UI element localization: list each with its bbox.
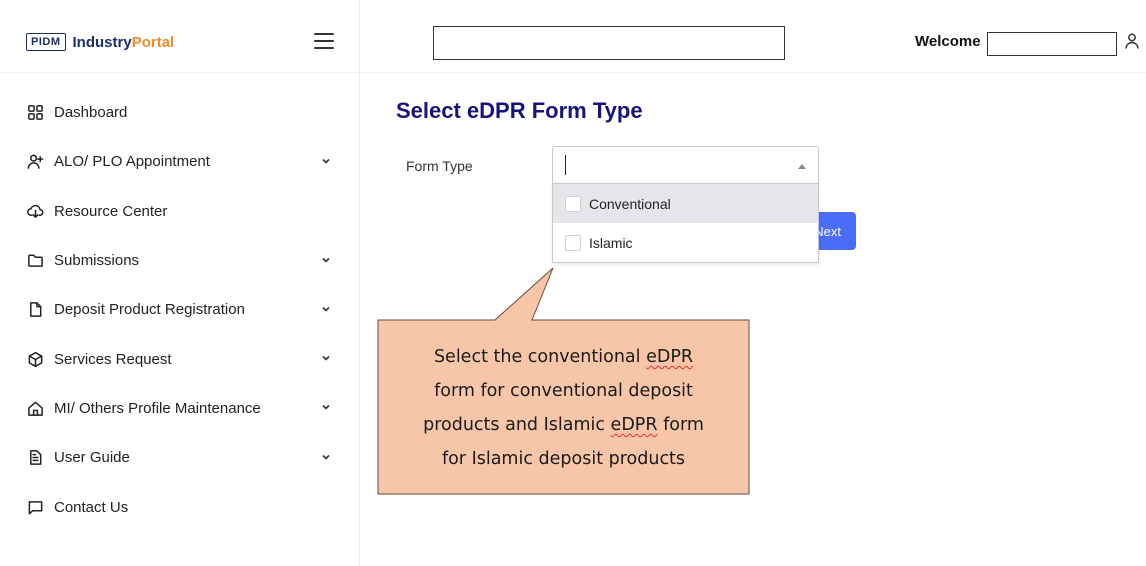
- sidebar-item-user-guide[interactable]: User Guide: [0, 433, 360, 482]
- chevron-down-icon[interactable]: [320, 154, 332, 166]
- sidebar-item-mi-others-profile-maintenance[interactable]: MI/ Others Profile Maintenance: [0, 384, 360, 433]
- chevron-down-icon[interactable]: [320, 302, 332, 314]
- cube-icon: [26, 350, 44, 368]
- brand-name: IndustryPortal: [73, 34, 175, 51]
- sidebar-divider: [0, 72, 359, 73]
- form-type-select[interactable]: [552, 146, 819, 184]
- sidebar-item-alo-plo-appointment[interactable]: ALO/ PLO Appointment: [0, 137, 360, 186]
- callout-line-4: for Islamic deposit products: [441, 449, 686, 469]
- brand-logo[interactable]: PIDM IndustryPortal: [26, 30, 174, 54]
- sidebar-item-label: Services Request: [54, 350, 172, 368]
- sidebar: PIDM IndustryPortal Dashboard ALO/ PLO A…: [0, 0, 360, 566]
- text-cursor: [565, 155, 566, 175]
- sidebar-item-label: Resource Center: [54, 202, 168, 220]
- option-checkbox[interactable]: [565, 234, 581, 251]
- sidebar-item-dashboard[interactable]: Dashboard: [0, 88, 360, 137]
- chevron-down-icon[interactable]: [320, 351, 332, 363]
- dashboard-grid-icon: [26, 104, 44, 122]
- header-search-input[interactable]: [433, 26, 785, 60]
- callout-line-1: Select the conventional eDPR: [433, 347, 694, 367]
- document-icon: [26, 301, 44, 319]
- sidebar-item-label: ALO/ PLO Appointment: [54, 153, 210, 171]
- callout-line-2: form for conventional deposit: [434, 381, 693, 401]
- sidebar-nav: Dashboard ALO/ PLO Appointment Resource …: [0, 88, 360, 532]
- sidebar-item-label: MI/ Others Profile Maintenance: [54, 399, 261, 417]
- sidebar-item-label: Contact Us: [54, 498, 129, 516]
- sidebar-item-label: Submissions: [54, 252, 140, 270]
- chevron-down-icon[interactable]: [320, 253, 332, 265]
- sidebar-item-deposit-product-registration[interactable]: Deposit Product Registration: [0, 285, 360, 334]
- page-title: Select eDPR Form Type: [396, 98, 643, 123]
- file-text-icon: [26, 449, 44, 467]
- sidebar-item-label: User Guide: [54, 449, 130, 467]
- sidebar-item-contact-us[interactable]: Contact Us: [0, 482, 360, 531]
- option-islamic[interactable]: Islamic: [553, 223, 818, 262]
- chevron-down-icon[interactable]: [320, 450, 332, 462]
- sidebar-item-label: Dashboard: [54, 104, 128, 122]
- folder-icon: [26, 252, 44, 270]
- pidm-logo: PIDM: [26, 33, 66, 51]
- sidebar-item-submissions[interactable]: Submissions: [0, 236, 360, 285]
- cloud-download-icon: [26, 202, 44, 220]
- caret-up-icon[interactable]: [798, 164, 806, 169]
- option-checkbox[interactable]: [565, 195, 581, 212]
- form-type-label: Form Type: [406, 158, 473, 174]
- message-icon: [26, 498, 44, 516]
- option-label: Conventional: [589, 195, 671, 212]
- option-conventional[interactable]: Conventional: [553, 184, 818, 223]
- form-type-dropdown: Conventional Islamic: [552, 184, 819, 263]
- welcome-user-name: [987, 32, 1117, 56]
- sidebar-item-services-request[interactable]: Services Request: [0, 334, 360, 383]
- option-label: Islamic: [589, 234, 633, 251]
- brand-name-part1: Industry: [72, 33, 132, 51]
- brand-name-part2: Portal: [131, 33, 175, 51]
- sidebar-item-label: Deposit Product Registration: [54, 301, 245, 319]
- user-icon[interactable]: [1124, 32, 1140, 50]
- user-plus-icon: [26, 153, 44, 171]
- sidebar-item-resource-center[interactable]: Resource Center: [0, 187, 360, 236]
- menu-toggle-icon[interactable]: [314, 33, 334, 49]
- home-icon: [26, 399, 44, 417]
- header-divider: [360, 72, 1146, 73]
- welcome-label: Welcome: [915, 33, 981, 50]
- callout-line-3: products and Islamic eDPR form: [423, 415, 704, 435]
- callout-text: Select the conventional eDPR form for co…: [378, 340, 749, 476]
- chevron-down-icon[interactable]: [320, 400, 332, 412]
